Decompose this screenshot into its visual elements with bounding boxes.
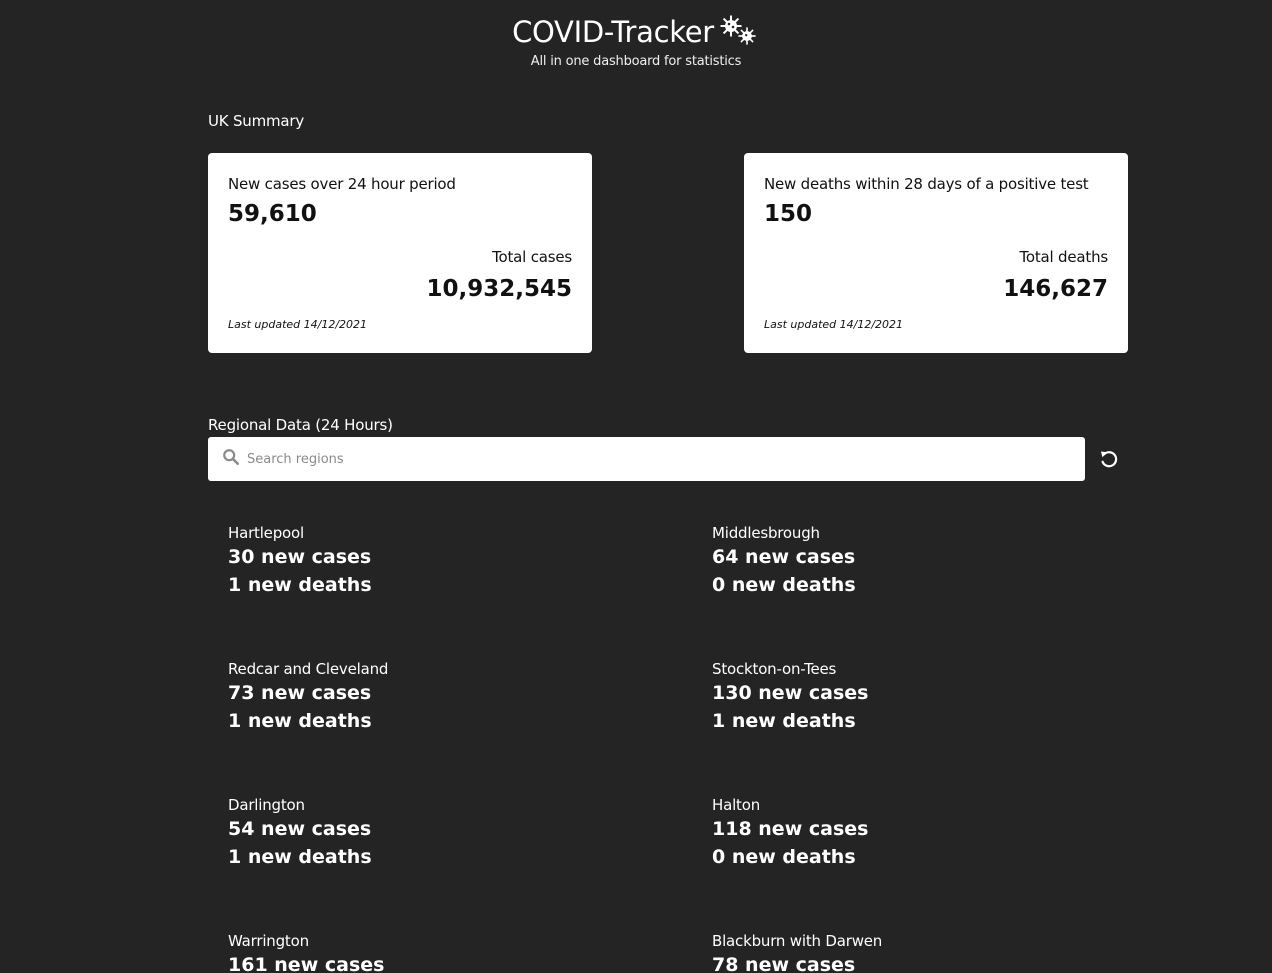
region-deaths: 1 new deaths <box>228 846 372 868</box>
regional-data-heading: Regional Data (24 Hours) <box>208 416 393 434</box>
region-cases: 78 new cases <box>712 954 856 973</box>
region-item: Middlesbrough 64 new cases 0 new deaths <box>712 523 1152 599</box>
page-header: COVID-Tracker All in one dashboard for s… <box>0 12 1272 69</box>
uk-summary-heading: UK Summary <box>208 112 305 130</box>
region-name: Halton <box>712 796 761 814</box>
virus-icon <box>720 12 760 48</box>
title-row: COVID-Tracker <box>0 12 1272 52</box>
region-item: Warrington 161 new cases <box>228 931 668 973</box>
reset-button[interactable] <box>1098 448 1120 470</box>
region-deaths: 0 new deaths <box>712 846 856 868</box>
region-name: Hartlepool <box>228 524 304 542</box>
total-cases-value: 10,932,545 <box>426 276 572 302</box>
reset-icon <box>1101 451 1118 468</box>
region-cases: 73 new cases <box>228 682 372 704</box>
deaths-last-updated: Last updated 14/12/2021 <box>764 318 904 331</box>
total-deaths-value: 146,627 <box>1003 276 1108 302</box>
new-cases-value: 59,610 <box>228 201 317 227</box>
cases-last-updated: Last updated 14/12/2021 <box>228 318 368 331</box>
deaths-card-title: New deaths within 28 days of a positive … <box>764 175 1089 193</box>
region-name: Middlesbrough <box>712 524 820 542</box>
region-cases: 118 new cases <box>712 818 869 840</box>
search-box <box>208 437 1085 481</box>
region-cases: 161 new cases <box>228 954 385 973</box>
region-cases: 30 new cases <box>228 546 372 568</box>
region-deaths: 1 new deaths <box>712 710 856 732</box>
region-item: Blackburn with Darwen 78 new cases <box>712 931 1152 973</box>
region-cases: 64 new cases <box>712 546 856 568</box>
cases-summary-card: New cases over 24 hour period 59,610 Tot… <box>208 153 592 353</box>
region-name: Stockton-on-Tees <box>712 660 837 678</box>
search-icon <box>222 448 247 470</box>
new-deaths-value: 150 <box>764 201 813 227</box>
deaths-summary-card: New deaths within 28 days of a positive … <box>744 153 1128 353</box>
search-regions-input[interactable] <box>247 451 1047 467</box>
region-item: Redcar and Cleveland 73 new cases 1 new … <box>228 659 668 735</box>
region-deaths: 1 new deaths <box>228 710 372 732</box>
region-cases: 54 new cases <box>228 818 372 840</box>
region-cases: 130 new cases <box>712 682 869 704</box>
region-deaths: 0 new deaths <box>712 574 856 596</box>
app-title: COVID-Tracker <box>512 15 714 49</box>
region-name: Darlington <box>228 796 305 814</box>
total-cases-label: Total cases <box>492 248 572 266</box>
region-deaths: 1 new deaths <box>228 574 372 596</box>
cases-card-title: New cases over 24 hour period <box>228 175 456 193</box>
total-deaths-label: Total deaths <box>1019 248 1108 266</box>
app-subtitle: All in one dashboard for statistics <box>530 54 742 69</box>
region-item: Halton 118 new cases 0 new deaths <box>712 795 1152 871</box>
region-name: Redcar and Cleveland <box>228 660 389 678</box>
region-name: Blackburn with Darwen <box>712 932 883 950</box>
region-item: Darlington 54 new cases 1 new deaths <box>228 795 668 871</box>
region-item: Hartlepool 30 new cases 1 new deaths <box>228 523 668 599</box>
region-name: Warrington <box>228 932 309 950</box>
region-item: Stockton-on-Tees 130 new cases 1 new dea… <box>712 659 1152 735</box>
